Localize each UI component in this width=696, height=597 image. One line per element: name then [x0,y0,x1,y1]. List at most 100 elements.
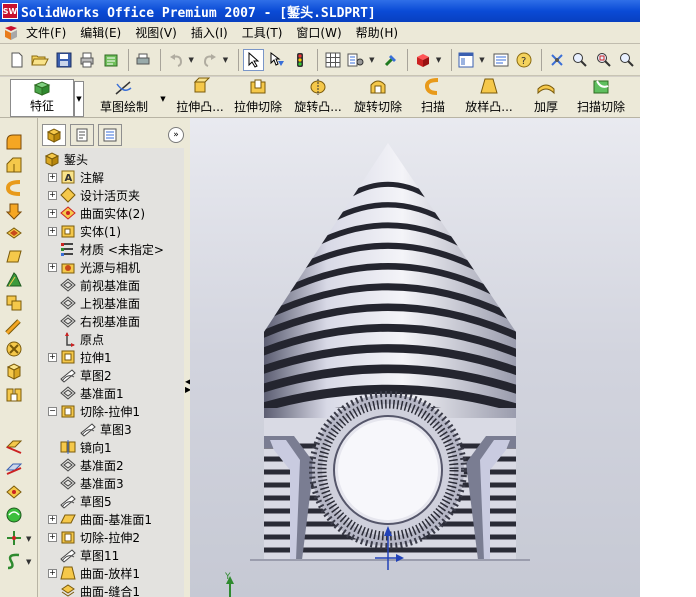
publish-edrawings-icon[interactable] [100,49,122,71]
view-orientation-icon[interactable] [546,49,568,71]
redo-dropdown-icon[interactable]: ▼ [223,56,231,64]
tree-item[interactable]: + 实体(1) [48,222,121,240]
options-properties-icon[interactable] [346,49,368,71]
undo-icon[interactable] [165,49,187,71]
reference-point-icon[interactable] [4,528,24,548]
thicken-button[interactable]: 加厚 [520,79,572,117]
menu-window[interactable]: 窗口(W) [296,24,341,41]
tree-item[interactable]: 前视基准面 [60,276,140,294]
undo-dropdown-icon[interactable]: ▼ [188,56,196,64]
rebuild-icon[interactable] [380,49,402,71]
solidworks-menu-icon[interactable] [2,24,20,42]
tree-item[interactable]: 草图2 [60,366,112,384]
file-properties-icon[interactable] [490,49,512,71]
save-icon[interactable] [53,49,75,71]
sphere-icon[interactable] [4,505,24,525]
tree-item[interactable]: + A 注解 [48,168,104,186]
property-manager-tab[interactable] [70,124,94,146]
menu-tools[interactable]: 工具(T) [242,24,283,41]
expand-toggle-icon[interactable]: + [48,262,57,272]
coordinate-system-icon[interactable] [4,482,24,502]
tree-item[interactable]: 原点 [60,330,104,348]
tree-item[interactable]: 基准面1 [60,384,124,402]
tree-item[interactable]: + 曲面实体(2) [48,204,145,222]
expand-panel-icon[interactable]: » [168,127,184,143]
tree-item[interactable]: + 拉伸1 [48,348,112,366]
appearance-dropdown-icon[interactable]: ▼ [436,56,444,64]
sketch-dropdown-icon[interactable]: ▼ [158,81,168,117]
zoom-to-fit-icon[interactable] [570,49,592,71]
linear-pattern-icon[interactable] [4,293,24,313]
chamfer-icon[interactable] [4,155,24,175]
feature-tab-button[interactable]: 特征 [10,79,74,117]
expand-toggle-icon[interactable]: + [48,568,57,578]
graphics-area[interactable]: Y [190,118,640,597]
menu-edit[interactable]: 编辑(E) [80,24,121,41]
swept-cut-button[interactable]: 扫描切除 [572,79,630,117]
help-icon[interactable]: ? [514,49,536,71]
tree-item[interactable]: + 光源与相机 [48,258,140,276]
window-dropdown-icon[interactable]: ▼ [479,56,487,64]
loft-button[interactable]: 放样凸... [458,78,520,117]
revolved-cut-button[interactable]: 旋转切除 [348,79,408,117]
tree-item[interactable]: 草图11 [60,546,119,564]
tree-item[interactable]: + 切除-拉伸2 [48,528,140,546]
revolved-boss-button[interactable]: 旋转凸... [288,79,348,117]
draft-icon[interactable] [4,201,24,221]
collapse-toggle-icon[interactable]: − [48,406,57,416]
curves-dropdown-icon[interactable]: ▼ [26,558,34,566]
sketch-tab-button[interactable]: 草图绘制 [90,79,158,117]
tree-item[interactable]: − 切除-拉伸1 [48,402,140,420]
print-preview-icon[interactable] [132,49,154,71]
menu-view[interactable]: 视图(V) [135,24,177,41]
expand-toggle-icon[interactable]: + [48,532,57,542]
expand-toggle-icon[interactable]: + [48,172,57,182]
curves-icon[interactable] [4,551,24,571]
expand-toggle-icon[interactable]: + [48,208,57,218]
tree-item[interactable]: + 曲面-基准面1 [48,510,152,528]
options-dropdown-icon[interactable]: ▼ [369,56,377,64]
traffic-light-icon[interactable] [290,49,312,71]
select-arrow-icon[interactable] [242,48,265,71]
tree-item[interactable]: + 曲面-放样1 [48,564,140,582]
menu-file[interactable]: 文件(F) [26,24,66,41]
zoom-in-out-icon[interactable] [617,49,639,71]
mirror-feature-icon[interactable] [4,385,24,405]
tree-root[interactable]: 錾头 [44,150,88,168]
tree-item[interactable]: 草图3 [80,420,132,438]
hole-wizard-icon[interactable] [4,362,24,382]
sweep-button[interactable]: 扫描 [408,78,458,117]
rib-icon[interactable] [4,178,24,198]
tree-item[interactable]: 基准面3 [60,474,124,492]
reference-axis-icon[interactable] [4,459,24,479]
shell-icon[interactable] [4,224,24,244]
feature-manager-tree-tab[interactable] [42,124,66,146]
wrap-icon[interactable] [4,247,24,267]
redo-icon[interactable] [199,49,221,71]
menu-help[interactable]: 帮助(H) [356,24,398,41]
menu-insert[interactable]: 插入(I) [191,24,228,41]
reference-dropdown-icon[interactable]: ▼ [26,535,34,543]
window-layout-icon[interactable] [456,49,478,71]
tree-item[interactable]: 材质 <未指定> [60,240,164,258]
configuration-manager-tab[interactable] [98,124,122,146]
feature-dropdown-icon[interactable]: ▼ [74,81,84,117]
expand-toggle-icon[interactable]: + [48,514,57,524]
tree-item[interactable]: 右视基准面 [60,312,140,330]
tree-item[interactable]: 镜向1 [60,438,112,456]
appearance-cube-icon[interactable] [412,49,434,71]
open-folder-icon[interactable] [30,49,52,71]
expand-toggle-icon[interactable]: + [48,352,57,362]
expand-toggle-icon[interactable]: + [48,190,57,200]
tree-item[interactable]: 曲面-缝合1 [60,582,140,597]
reference-plane-icon[interactable] [4,436,24,456]
grid-options-icon[interactable] [322,49,344,71]
extruded-cut-button[interactable]: 拉伸切除 [228,79,288,117]
curve-driven-pattern-icon[interactable] [4,316,24,336]
tree-item[interactable]: 草图5 [60,492,112,510]
circular-pattern-icon[interactable] [4,339,24,359]
tree-item[interactable]: 基准面2 [60,456,124,474]
tree-item[interactable]: 上视基准面 [60,294,140,312]
print-icon[interactable] [77,49,99,71]
tree-item[interactable]: + 设计活页夹 [48,186,140,204]
